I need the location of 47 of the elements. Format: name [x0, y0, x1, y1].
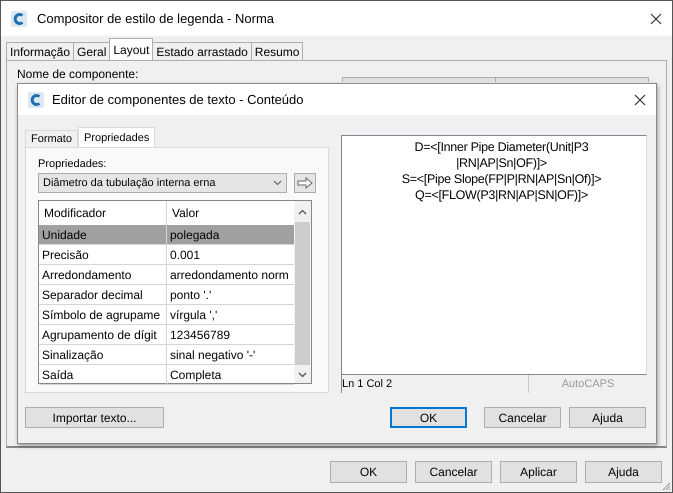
table-cell[interactable]: Saída [39, 365, 166, 385]
tab[interactable]: Propriedades [78, 127, 156, 147]
scroll-up-icon[interactable] [298, 209, 307, 215]
table-cell[interactable]: Símbolo de agrupame [39, 305, 166, 325]
field-label: Nome de componente: [17, 68, 138, 81]
table-cell[interactable]: Agrupamento de dígit [39, 325, 166, 345]
dialog-button[interactable]: OK [390, 407, 467, 428]
text-line: |RN|AP|Sn|OF)]> [456, 155, 547, 171]
caps-indicator: AutoCAPS [560, 377, 616, 392]
dialog-button[interactable]: Ajuda [569, 407, 646, 428]
tab[interactable]: Informação [6, 42, 74, 60]
scroll-thumb[interactable] [295, 222, 310, 365]
insert-button[interactable] [294, 173, 316, 193]
text-line: Q=<[FLOW(P3|RN|AP|SN|OF)]> [415, 187, 588, 203]
tab[interactable]: Formato [25, 130, 78, 147]
chevron-down-icon [273, 180, 282, 186]
dialog-button[interactable]: OK [330, 461, 407, 483]
window-title: Compositor de estilo de legenda - Norma [37, 11, 276, 26]
dialog-button[interactable]: Cancelar [415, 461, 492, 483]
cursor-position: Ln 1 Col 2 [342, 375, 529, 393]
tab[interactable]: Layout [109, 38, 154, 60]
table-cell[interactable]: Unidade [39, 225, 166, 245]
text-editor[interactable]: D=<[Inner Pipe Diameter(Unit|P3 |RN|AP|Sn|OF)]> S=<[Pipe Slope(FP|P|RN|AP|Sn|Of)]> Q=<[FLOW(P3|RN|AP|SN|OF)]> [341, 135, 647, 376]
close-icon[interactable] [650, 12, 662, 24]
dialog-title: Editor de componentes de texto - Conteúdo [52, 92, 304, 107]
app-logo-icon [28, 92, 44, 108]
resize-grip-icon[interactable] [661, 481, 671, 491]
app-logo-icon [11, 10, 27, 26]
text-line: D=<[Inner Pipe Diameter(Unit|P3 [414, 139, 588, 155]
column-header: Modificador [43, 205, 108, 222]
properties-label: Propriedades: [38, 158, 108, 170]
scrollbar[interactable] [294, 201, 311, 383]
arrow-right-icon [297, 177, 313, 189]
tab[interactable]: Resumo [250, 42, 304, 60]
table-cell[interactable]: polegada [166, 225, 294, 245]
dialog-button[interactable]: Cancelar [484, 407, 561, 428]
table-cell[interactable]: Separador decimal [39, 285, 166, 305]
scroll-down-icon[interactable] [298, 372, 307, 378]
close-icon[interactable] [634, 94, 646, 106]
table-cell[interactable]: Sinalização [39, 345, 166, 365]
table-cell[interactable]: Precisão [39, 245, 166, 265]
dialog-button[interactable]: Ajuda [585, 461, 662, 483]
properties-dropdown[interactable]: Diâmetro da tubulação interna erna [38, 173, 287, 193]
table-cell[interactable]: Arredondamento [39, 265, 166, 285]
text-line: S=<[Pipe Slope(FP|P|RN|AP|Sn|Of)]> [402, 171, 602, 187]
dialog-button[interactable]: Aplicar [500, 461, 577, 483]
dialog-button[interactable]: Importar texto... [25, 407, 164, 428]
